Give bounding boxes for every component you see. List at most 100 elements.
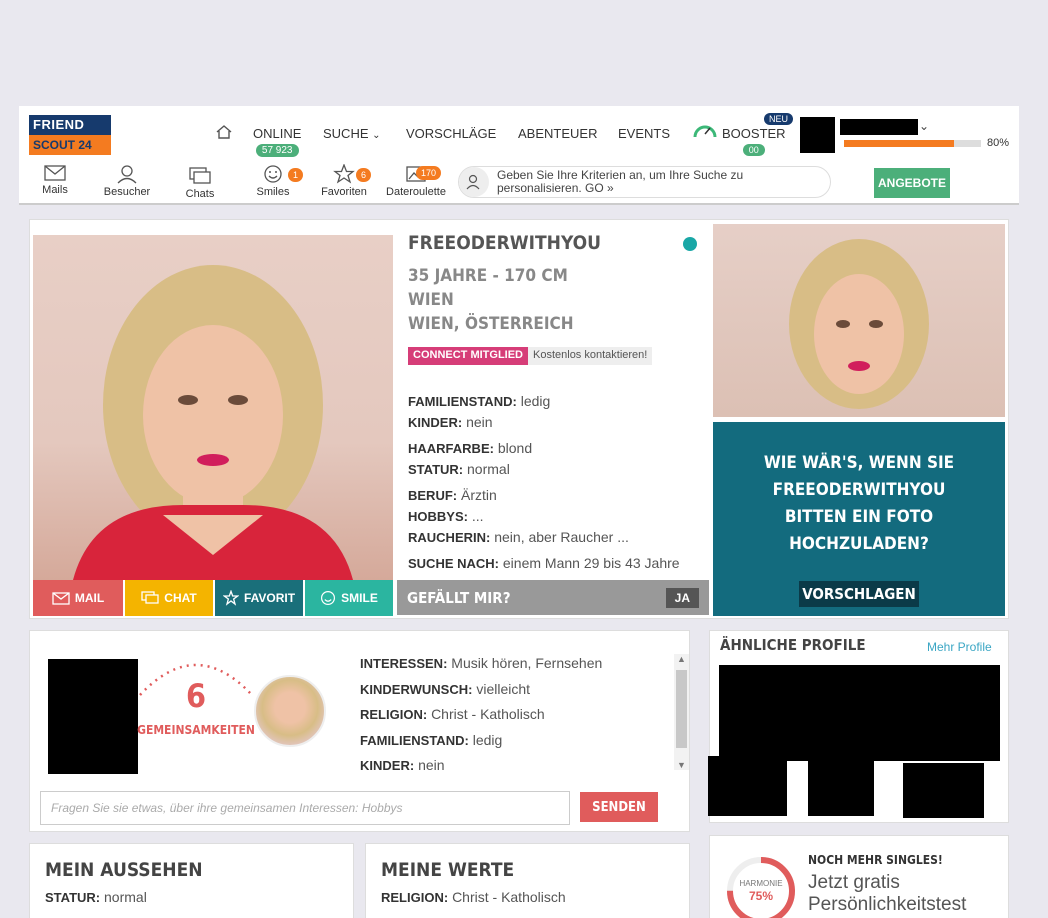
smile-icon <box>321 591 336 605</box>
subnav-chats[interactable]: Chats <box>170 166 230 200</box>
detail-row: HAARFARBE: blond <box>408 440 533 456</box>
own-avatar-redacted <box>48 659 138 774</box>
profile-progress-bar <box>844 140 981 147</box>
detail-row: KINDER: nein <box>408 414 493 430</box>
similar-profile-redacted[interactable] <box>903 763 984 818</box>
similar-profile-redacted[interactable] <box>808 756 874 816</box>
common-count: 6 <box>185 677 207 715</box>
photo-request-text: WIE WÄR'S, WENN SIE FREEODERWITHYOU BITT… <box>763 453 955 554</box>
dateroulette-count-badge: 170 <box>416 166 442 180</box>
connect-member-badge: CONNECT MITGLIED <box>408 347 528 365</box>
smile-button[interactable]: SMILE <box>305 580 393 616</box>
connect-badge-row[interactable]: CONNECT MITGLIED Kostenlos kontaktieren! <box>408 347 653 365</box>
harmonie-gauge: HARMONIE 75% <box>725 855 797 918</box>
list-item: RELIGION: Christ - Katholisch <box>360 706 545 722</box>
nav-events[interactable]: EVENTS <box>618 126 670 141</box>
subnav-dateroulette-label: Dateroulette <box>386 186 446 198</box>
search-personalize-hint[interactable]: Geben Sie Ihre Kriterien an, um Ihre Suc… <box>458 166 831 198</box>
home-icon[interactable] <box>215 124 233 145</box>
ask-question-input[interactable]: Fragen Sie sie etwas, über ihre gemeinsa… <box>40 791 570 825</box>
harmonie-pct: 75% <box>748 889 774 903</box>
subnav-mails[interactable]: Mails <box>25 164 85 196</box>
mehr-profile-link[interactable]: Mehr Profile <box>927 640 992 654</box>
nav-online-label: ONLINE <box>253 126 302 141</box>
similar-profile-redacted[interactable] <box>708 756 787 816</box>
subnav-favoriten[interactable]: Favoriten 6 <box>314 164 374 198</box>
search-hint-text: Geben Sie Ihre Kriterien an, um Ihre Suc… <box>497 168 744 195</box>
similar-profile-redacted[interactable] <box>719 665 1000 761</box>
scroll-down-icon[interactable]: ▼ <box>674 760 689 770</box>
profile-progress-fill <box>844 140 954 147</box>
scroll-up-icon[interactable]: ▲ <box>674 654 689 664</box>
profile-main-photo[interactable] <box>33 235 393 580</box>
werte-row: RELIGION: Christ - Katholisch <box>381 889 566 905</box>
smiles-count-badge: 1 <box>288 168 304 182</box>
chat-button[interactable]: CHAT <box>125 580 213 616</box>
connect-free-contact: Kostenlos kontaktieren! <box>528 347 653 365</box>
favorit-button[interactable]: FAVORIT <box>215 580 303 616</box>
nav-booster-label: BOOSTER <box>722 126 786 141</box>
detail-row: HOBBYS: ... <box>408 508 484 524</box>
mail-button[interactable]: MAIL <box>33 580 123 616</box>
detail-row: BERUF: Ärztin <box>408 487 497 503</box>
nav-abenteuer[interactable]: ABENTEUER <box>518 126 597 141</box>
subnav-dateroulette[interactable]: Dateroulette 170 <box>386 164 446 198</box>
online-status-dot <box>683 237 697 251</box>
online-count-badge: 57 923 <box>255 144 299 157</box>
star-icon <box>222 590 239 606</box>
similar-profiles-title: ÄHNLICHE PROFILE <box>720 636 866 654</box>
user-avatar-redacted[interactable] <box>800 117 835 153</box>
nav-booster[interactable]: BOOSTER 00 <box>722 126 786 156</box>
mail-icon <box>52 591 70 605</box>
common-label: GEMEINSAMKEITEN <box>137 723 255 737</box>
match-avatar[interactable] <box>254 675 326 747</box>
harmonie-label: HARMONIE <box>739 879 783 888</box>
smile-button-label: SMILE <box>341 591 378 605</box>
nav-online[interactable]: ONLINE 57 923 <box>253 126 301 157</box>
vorschlagen-button[interactable]: VORSCHLAGEN <box>799 581 919 607</box>
profile-secondary-photo[interactable] <box>713 224 1005 417</box>
profile-region: WIEN, ÖSTERREICH <box>408 314 574 334</box>
search-user-icon <box>459 167 489 197</box>
profile-age-height: 35 JAHRE - 170 CM <box>408 266 568 286</box>
nav-vorschlaege[interactable]: VORSCHLÄGE <box>406 126 496 141</box>
chat-icon <box>189 167 211 184</box>
list-item: FAMILIENSTAND: ledig <box>360 731 503 748</box>
aussehen-title: MEIN AUSSEHEN <box>45 859 203 881</box>
scrollbar-thumb[interactable] <box>676 670 687 748</box>
angebote-button[interactable]: ANGEBOTE <box>874 168 950 198</box>
logo-line-1: FRIEND <box>29 115 111 135</box>
gefaellt-mir-bar: GEFÄLLT MIR? JA <box>397 580 709 615</box>
singles-kicker: NOCH MEHR SINGLES! <box>808 853 943 867</box>
star-icon <box>333 164 355 184</box>
booster-count-badge: 00 <box>742 144 765 156</box>
detail-row: STATUR: normal <box>408 461 510 477</box>
subnav-besucher-label: Besucher <box>103 186 151 198</box>
profile-city: WIEN <box>408 290 454 310</box>
list-item: INTERESSEN: Musik hören, Fernsehen <box>360 655 603 671</box>
subnav-smiles-label: Smiles <box>256 186 290 198</box>
common-list-scrollbar[interactable]: ▲ ▼ <box>674 654 689 770</box>
detail-row: RAUCHERIN: nein, aber Raucher ... <box>408 529 629 545</box>
subnav-mails-label: Mails <box>42 184 68 196</box>
profile-details: FAMILIENSTAND: ledig KINDER: nein HAARFA… <box>408 391 708 574</box>
profile-username: FREEODERWITHYOU <box>408 232 602 254</box>
gefaellt-mir-label: GEFÄLLT MIR? <box>407 588 511 607</box>
detail-row: FAMILIENSTAND: ledig <box>408 393 551 409</box>
logo-line-2: SCOUT 24 <box>29 135 111 155</box>
username-redacted[interactable] <box>840 119 918 135</box>
senden-button[interactable]: SENDEN <box>580 792 658 822</box>
subnav-smiles[interactable]: Smiles 1 <box>243 164 304 198</box>
mail-icon <box>44 165 66 181</box>
subnav-besucher[interactable]: Besucher <box>97 164 157 198</box>
chevron-down-icon: ⌄ <box>372 130 381 141</box>
booster-gauge-icon <box>692 120 718 147</box>
chevron-down-icon[interactable]: ⌄ <box>919 119 929 133</box>
smile-icon <box>264 165 282 183</box>
ja-button[interactable]: JA <box>665 587 699 608</box>
favorit-button-label: FAVORIT <box>243 591 296 605</box>
nav-suche[interactable]: SUCHE ⌄ <box>323 126 381 141</box>
friendscout-logo[interactable]: FRIEND SCOUT 24 <box>29 115 111 155</box>
chat-icon <box>141 591 159 604</box>
common-list: INTERESSEN: Musik hören, Fernsehen KINDE… <box>360 651 670 779</box>
